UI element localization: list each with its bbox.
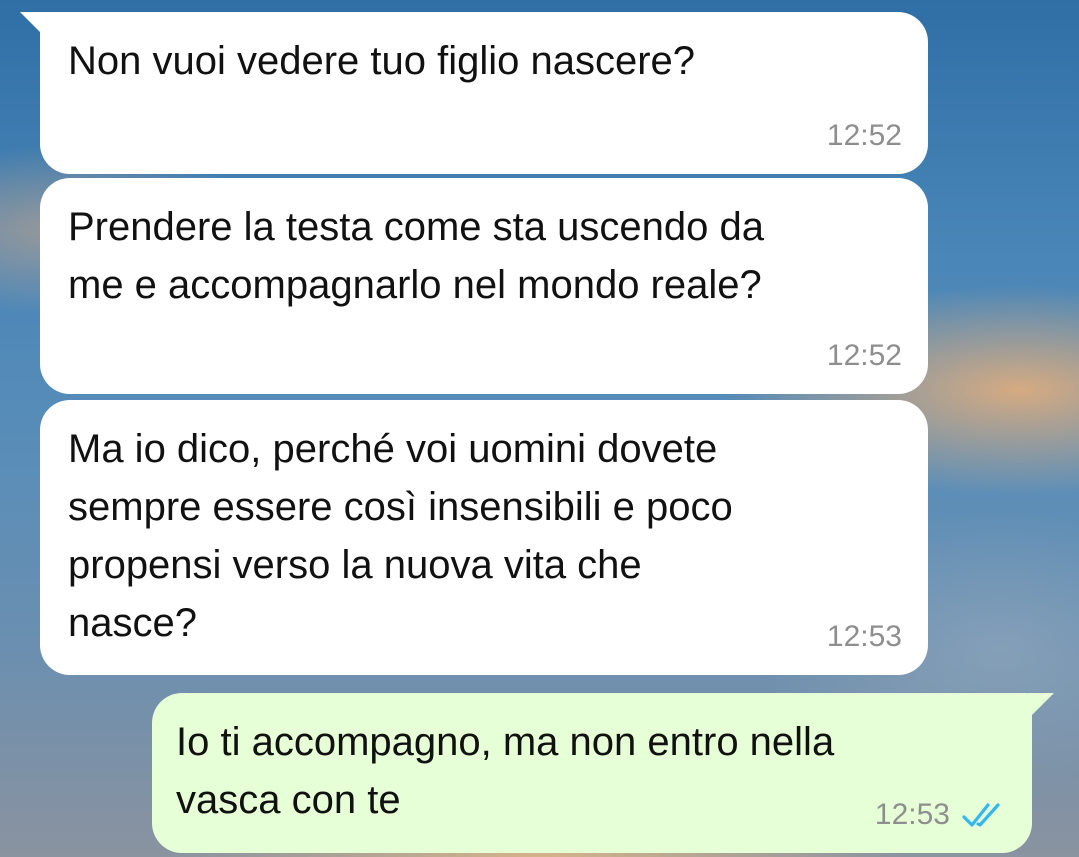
timestamp-text: 12:52 [826,339,902,372]
bubble-tail [20,12,46,38]
message-timestamp: 12:52 [827,338,902,374]
message-text: Ma io dico, perché voi uomini dovete sem… [68,427,733,645]
message-text: Non vuoi vedere tuo figlio nascere? [68,39,696,83]
message-timestamp: 12:52 [827,118,902,154]
incoming-message-bubble[interactable]: Non vuoi vedere tuo figlio nascere? 12:5… [20,12,928,174]
incoming-message-bubble[interactable]: Ma io dico, perché voi uomini dovete sem… [40,400,928,675]
bubble-tail [1028,693,1054,719]
message-timestamp: 12:53 [875,797,1006,833]
timestamp-text: 12:53 [826,620,902,653]
message-text: Prendere la testa come sta uscendo da me… [68,205,764,307]
double-check-read-icon [962,803,1000,827]
timestamp-text: 12:53 [874,798,950,831]
message-timestamp: 12:53 [827,619,902,655]
incoming-message-bubble[interactable]: Prendere la testa come sta uscendo da me… [40,178,928,394]
outgoing-message-bubble[interactable]: Io ti accompagno, ma non entro nella vas… [152,693,1054,853]
timestamp-text: 12:52 [826,119,902,152]
